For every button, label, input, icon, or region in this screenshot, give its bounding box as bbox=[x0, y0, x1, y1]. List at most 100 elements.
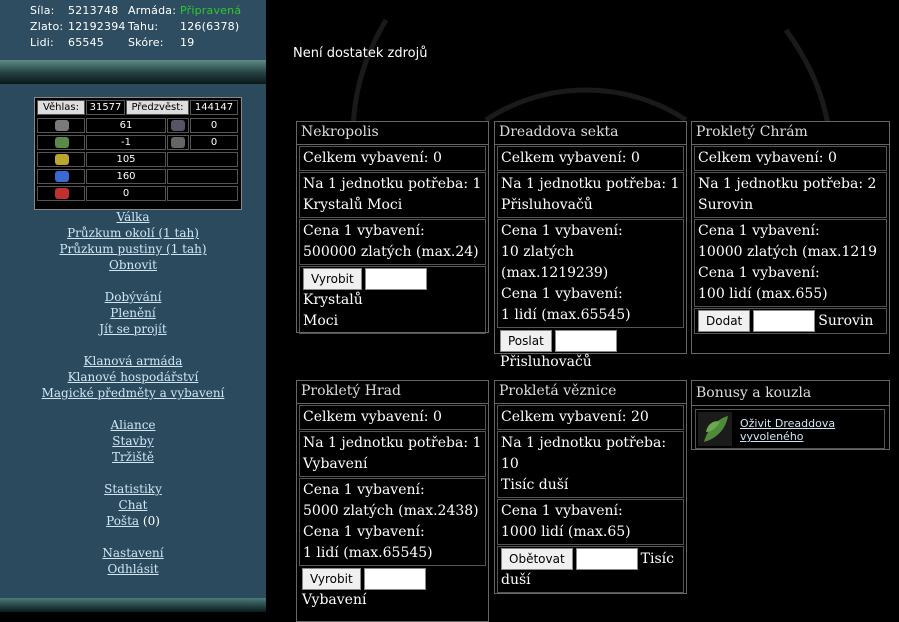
nav-group-clan: Klanová armáda Klanové hospodářství Magi… bbox=[0, 353, 266, 401]
cost-value: 5000 zlatých (max.2438) bbox=[303, 503, 479, 519]
need-section: Na 1 jednotku potřeba: 1 Krystalů Moci bbox=[299, 172, 486, 218]
nav-obnovit-link[interactable]: Obnovit bbox=[109, 258, 157, 272]
cost-section: Cena 1 vybavení: 500000 zlatých (max.24) bbox=[299, 219, 486, 265]
nav-group-raid: Dobývání Plenění Jít se projít bbox=[0, 289, 266, 337]
total-section: Celkem vybavení: 0 bbox=[694, 146, 887, 171]
need-text: Na 1 jednotku potřeba: 1 bbox=[303, 435, 482, 451]
nav-magicke-predmety-link[interactable]: Magické předměty a vybavení bbox=[42, 386, 225, 400]
cost-label-2: Cena 1 vybavení: bbox=[698, 265, 820, 281]
need-text: Na 1 jednotku potřeba: 10 bbox=[501, 435, 667, 472]
vyrobit-button[interactable]: Vyrobit bbox=[302, 568, 361, 590]
cost-section: Cena 1 vybavení: 10 zlatých (max.1219239)… bbox=[497, 219, 684, 328]
status-message: Není dostatek zdrojů bbox=[293, 46, 428, 61]
nav-nastaveni-link[interactable]: Nastavení bbox=[102, 546, 163, 560]
cost-value-2: 100 lidí (max.655) bbox=[698, 286, 828, 302]
nav-statistiky-link[interactable]: Statistiky bbox=[104, 482, 162, 496]
tahu-label: Tahu: bbox=[128, 20, 159, 33]
total-text: Celkem vybavení: 0 bbox=[698, 150, 837, 166]
need-section: Na 1 jednotku potřeba: 2 Surovin bbox=[694, 172, 887, 218]
unit-label-2: duší bbox=[501, 572, 531, 588]
card-nekropolis: Nekropolis Celkem vybavení: 0 Na 1 jedno… bbox=[296, 121, 489, 334]
predzvest-value: 144147 bbox=[190, 100, 238, 115]
nav-pleneni-link[interactable]: Plenění bbox=[110, 306, 155, 320]
nav-trziste-link[interactable]: Tržiště bbox=[112, 450, 154, 464]
total-text: Celkem vybavení: 0 bbox=[303, 150, 442, 166]
cost-value: 500000 zlatých (max.24) bbox=[303, 244, 479, 260]
resource-value: -1 bbox=[86, 135, 166, 150]
gray-ore-icon bbox=[171, 120, 185, 131]
gray-ore-icon-cell bbox=[167, 118, 189, 133]
blue-gem-icon-cell bbox=[37, 169, 85, 184]
total-text: Celkem vybavení: 0 bbox=[501, 150, 640, 166]
gray-stone-icon bbox=[171, 137, 185, 148]
green-ore-icon-cell bbox=[37, 135, 85, 150]
cost-section: Cena 1 vybavení: 1000 lidí (max.65) bbox=[497, 499, 684, 545]
need-text: Na 1 jednotku potřeba: 1 bbox=[501, 176, 680, 192]
nav-aliance-link[interactable]: Aliance bbox=[110, 418, 155, 432]
quantity-input[interactable] bbox=[364, 268, 427, 290]
skore-value: 19 bbox=[180, 36, 195, 49]
armada-status: Připravená bbox=[180, 4, 242, 17]
nav-posta-link[interactable]: Pošta bbox=[106, 514, 139, 528]
poslat-button[interactable]: Poslat bbox=[500, 330, 552, 352]
need-unit: Vybavení bbox=[303, 456, 368, 472]
total-section: Celkem vybavení: 20 bbox=[497, 405, 684, 430]
cost-value-2: 1 lidí (max.65545) bbox=[303, 545, 433, 561]
dodat-button[interactable]: Dodat bbox=[698, 310, 751, 332]
card-title: Prokletý Hrad bbox=[297, 381, 488, 404]
nav-group-build: Aliance Stavby Tržiště bbox=[0, 417, 266, 465]
nav-odhlasit-link[interactable]: Odhlásit bbox=[107, 562, 158, 576]
resource-value: 0 bbox=[86, 186, 166, 201]
cost-value: 1000 lidí (max.65) bbox=[501, 524, 631, 540]
nav-group-war: Válka Průzkum okolí (1 tah) Průzkum pust… bbox=[0, 209, 266, 273]
unit-label: Vybavení bbox=[302, 592, 367, 608]
quantity-input[interactable] bbox=[554, 330, 617, 352]
card-title: Nekropolis bbox=[297, 122, 488, 145]
empty-cell bbox=[167, 186, 238, 201]
nav-valka-link[interactable]: Válka bbox=[117, 210, 150, 224]
link-line-1: Oživit Dreaddova bbox=[740, 417, 836, 430]
predzvest-label: Předzvěst: bbox=[126, 100, 189, 115]
bottom-rock-decoration bbox=[0, 598, 280, 612]
nav-chat-link[interactable]: Chat bbox=[119, 498, 148, 512]
ozivit-dreaddova-link[interactable]: Oživit Dreaddova vyvoleného bbox=[740, 417, 835, 443]
quantity-input[interactable] bbox=[753, 310, 816, 332]
nav-dobyvani-link[interactable]: Dobývání bbox=[105, 290, 162, 304]
resource-value: 105 bbox=[86, 152, 166, 167]
nav-pruzkum-okoli-link[interactable]: Průzkum okolí (1 tah) bbox=[67, 226, 199, 240]
need-unit: Krystalů Moci bbox=[303, 197, 403, 213]
gray-stone-icon-cell bbox=[167, 135, 189, 150]
herb-leaf-icon bbox=[698, 412, 732, 446]
need-section: Na 1 jednotku potřeba: 10 Tisíc duší bbox=[497, 431, 684, 498]
bonus-item: Oživit Dreaddova vyvoleného bbox=[695, 409, 885, 449]
total-section: Celkem vybavení: 0 bbox=[299, 405, 486, 430]
need-text: Na 1 jednotku potřeba: 2 bbox=[698, 176, 877, 192]
nav-pruzkum-pustiny-link[interactable]: Průzkum pustiny (1 tah) bbox=[59, 242, 206, 256]
armada-label: Armáda: bbox=[128, 4, 177, 17]
bonus-panel: Bonusy a kouzla Oživit Dreaddova vyvolené… bbox=[691, 380, 890, 450]
empty-cell bbox=[167, 152, 238, 167]
resource-value-2: 0 bbox=[190, 118, 238, 133]
action-section: Obětovat Tisíc duší bbox=[497, 546, 684, 593]
nav-group-account: Nastavení Odhlásit bbox=[0, 545, 266, 577]
total-text: Celkem vybavení: 0 bbox=[303, 409, 442, 425]
skore-label: Skóre: bbox=[128, 36, 164, 49]
gray-gem-icon bbox=[55, 120, 69, 131]
nav-klanova-armada-link[interactable]: Klanová armáda bbox=[84, 354, 183, 368]
card-title: Prokletý Chrám bbox=[692, 122, 889, 145]
nav-stavby-link[interactable]: Stavby bbox=[112, 434, 153, 448]
nav-klanove-hospodarstvi-link[interactable]: Klanové hospodářství bbox=[68, 370, 199, 384]
quantity-input[interactable] bbox=[363, 568, 426, 590]
cost-label: Cena 1 vybavení: bbox=[698, 223, 820, 239]
vyrobit-button[interactable]: Vyrobit bbox=[303, 268, 362, 290]
lidi-value: 65545 bbox=[68, 36, 104, 49]
total-section: Celkem vybavení: 0 bbox=[299, 146, 486, 171]
quantity-input[interactable] bbox=[575, 548, 638, 570]
zlato-value: 12192394 bbox=[68, 20, 126, 33]
action-section: Poslat Přisluhovačů bbox=[497, 329, 684, 374]
blue-gem-icon bbox=[55, 171, 69, 182]
unit-label: Tisíc bbox=[640, 551, 674, 567]
nav-jit-se-projit-link[interactable]: Jít se projít bbox=[99, 322, 166, 336]
cost-label: Cena 1 vybavení: bbox=[501, 503, 623, 519]
obetovat-button[interactable]: Obětovat bbox=[501, 548, 573, 570]
